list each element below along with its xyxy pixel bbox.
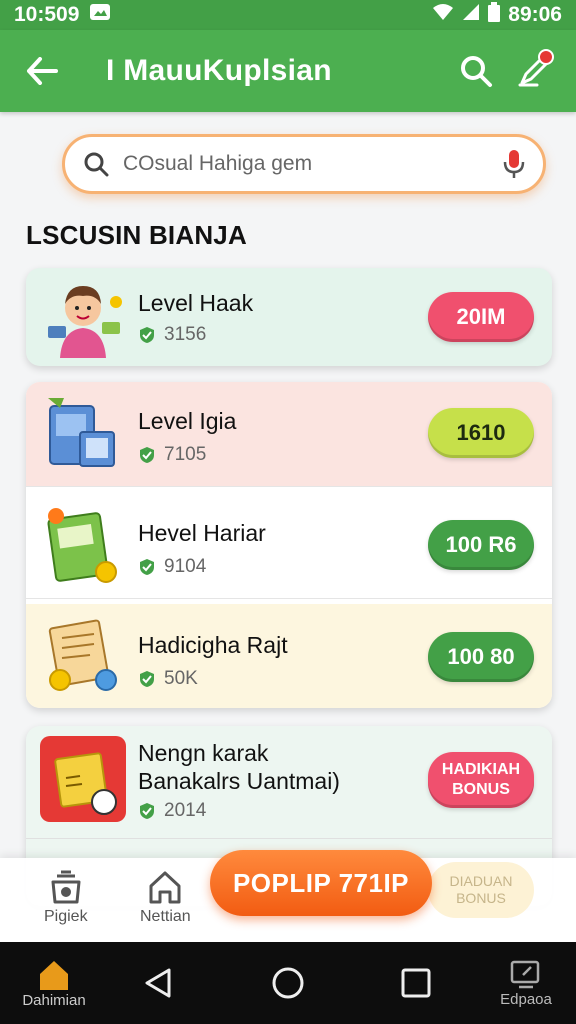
- shield-check-icon: [140, 803, 154, 819]
- square-recents-icon: [401, 968, 431, 998]
- item-value: 3156: [164, 324, 207, 345]
- item-badge-button[interactable]: HADIKIAH BONUS: [428, 752, 534, 808]
- search-input[interactable]: [123, 152, 503, 176]
- shield-check-icon: [140, 671, 154, 687]
- status-time: 10:509: [14, 3, 80, 26]
- nav-label: Dahimian: [22, 991, 86, 1009]
- item-title: Nengn karak: [138, 740, 269, 766]
- item-meta: 2014: [138, 800, 206, 822]
- gift-box-icon: [40, 736, 126, 822]
- item-badge-button[interactable]: 20IM: [428, 292, 534, 342]
- item-title: Hadicigha Rajt: [138, 632, 288, 658]
- back-nav-button[interactable]: [136, 942, 180, 1024]
- list-card: Level Igia 7105 1610 Hevel Hariar 9104 1…: [26, 382, 552, 708]
- item-value: 2014: [164, 800, 207, 821]
- list-card: Level Haak 3156 20IM: [26, 268, 552, 366]
- item-value: 7105: [164, 444, 207, 465]
- page-title: I MauuKuplsian: [106, 54, 332, 87]
- battery-icon: [488, 2, 501, 28]
- nav-home-dahimian[interactable]: Dahimian: [18, 942, 90, 1024]
- nav-item-nettian[interactable]: Nettian: [140, 868, 191, 926]
- green-book-icon: [47, 508, 117, 583]
- item-title: Level Haak: [138, 290, 254, 316]
- star-home-icon: [40, 960, 68, 990]
- recents-nav-button[interactable]: [394, 942, 438, 1024]
- list-item[interactable]: Hevel Hariar 9104 100 R6: [26, 492, 552, 596]
- item-meta: 7105: [138, 444, 206, 466]
- shield-check-icon: [140, 447, 154, 463]
- item-value: 9104: [164, 556, 207, 577]
- list-item[interactable]: Level Haak 3156 20IM: [26, 268, 552, 366]
- nav-item-pigiek[interactable]: Pigiek: [44, 868, 88, 926]
- status-bar: 10:509 89:06: [0, 0, 576, 30]
- item-value: 50K: [164, 668, 198, 689]
- signal-icon: [462, 3, 480, 27]
- back-button[interactable]: [20, 49, 64, 93]
- list-item[interactable]: Level Igia 7105 1610: [26, 382, 552, 486]
- circle-home-icon: [272, 967, 304, 999]
- system-nav-bar: Dahimian Edpaoa: [0, 942, 576, 1024]
- book-icon: [48, 398, 115, 467]
- avatar-boy-icon: [48, 286, 122, 358]
- back-arrow-icon: [27, 57, 58, 85]
- section-title: LSCUSIN BIANJA: [26, 220, 247, 250]
- item-badge-button[interactable]: 100 R6: [428, 520, 534, 570]
- item-meta: 50K: [138, 668, 198, 690]
- notification-badge: [538, 49, 554, 65]
- nav-label: Edpaoa: [500, 990, 552, 1008]
- app-bar: I MauuKuplsian: [0, 30, 576, 112]
- status-clock: 89:06: [508, 3, 562, 26]
- home-icon: [149, 871, 181, 904]
- list-item[interactable]: Nengn karak Banakalrs Uantmai) 2014 HADI…: [26, 726, 552, 838]
- divider: [26, 486, 552, 487]
- certificate-icon: [48, 619, 117, 691]
- item-title: Hevel Hariar: [138, 520, 266, 546]
- image-notification-icon: [89, 2, 111, 28]
- search-bar[interactable]: [62, 134, 546, 194]
- shield-check-icon: [140, 559, 154, 575]
- divider: [26, 598, 552, 599]
- item-subtitle: Banakalrs Uantmai): [138, 768, 340, 794]
- item-badge-button[interactable]: 100 80: [428, 632, 534, 682]
- edit-button[interactable]: [512, 49, 556, 93]
- nav-item-label: Nettian: [140, 908, 191, 925]
- nav-item-ghost-bonus[interactable]: DIADUAN BONUS: [428, 862, 534, 918]
- microphone-icon[interactable]: [503, 149, 525, 179]
- item-title: Level Igia: [138, 408, 237, 434]
- home-nav-button[interactable]: [266, 942, 310, 1024]
- item-meta: 9104: [138, 556, 206, 578]
- item-badge-button[interactable]: 1610: [428, 408, 534, 458]
- nav-edpaoa[interactable]: Edpaoa: [490, 942, 562, 1024]
- triangle-back-icon: [145, 968, 171, 998]
- nav-item-label: Pigiek: [44, 908, 88, 925]
- divider: [26, 838, 552, 839]
- shield-check-icon: [140, 327, 154, 343]
- search-icon: [461, 56, 492, 87]
- list-item[interactable]: Hadicigha Rajt 50K 100 80: [26, 604, 552, 708]
- popular-button[interactable]: POPLIP 771IP: [210, 850, 432, 916]
- cart-icon: [51, 870, 81, 904]
- search-icon: [84, 152, 109, 177]
- item-meta: 3156: [138, 324, 206, 346]
- edit-screen-icon: [510, 960, 540, 988]
- search-button[interactable]: [454, 49, 498, 93]
- wifi-icon: [432, 3, 454, 27]
- ghost-bonus-label: DIADUAN BONUS: [449, 873, 513, 906]
